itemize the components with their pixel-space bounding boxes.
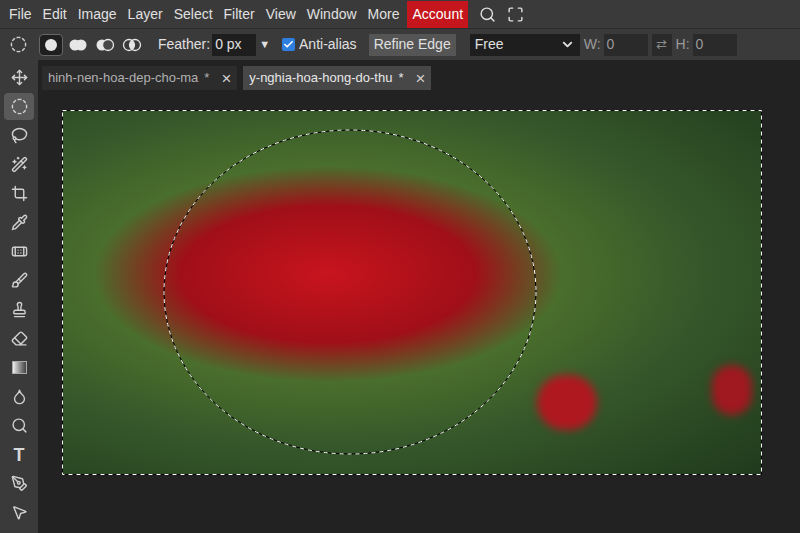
anti-alias-label: Anti-alias — [299, 34, 357, 55]
move-tool[interactable] — [4, 64, 34, 91]
healing-icon — [11, 243, 28, 260]
selection-modes — [39, 34, 144, 56]
tab-close-button[interactable]: × — [415, 70, 425, 87]
dodge-icon — [11, 417, 28, 434]
fullscreen-icon — [507, 6, 524, 23]
tab-modified-mark: * — [398, 68, 403, 88]
menu-item[interactable]: View — [261, 1, 301, 28]
crop-icon — [11, 185, 28, 202]
menu-item[interactable]: Layer — [123, 1, 168, 28]
style-select[interactable]: Free — [470, 34, 580, 56]
eyedropper-tool[interactable] — [4, 209, 34, 236]
tab-modified-mark: * — [204, 68, 209, 88]
selection-mode-button[interactable] — [93, 34, 117, 56]
move-icon — [11, 69, 28, 86]
add-selection-icon — [68, 37, 88, 53]
document-tab[interactable]: y-nghia-hoa-hong-do-thu * × — [243, 66, 431, 90]
menu-bar: FileEditImageLayerSelectFilterViewWindow… — [0, 0, 800, 28]
search-icon — [479, 6, 496, 23]
chevron-down-icon — [560, 37, 575, 52]
lasso-icon — [11, 127, 28, 144]
document-tab[interactable]: hinh-nen-hoa-dep-cho-ma * × — [42, 66, 237, 90]
main-area: Thinh-nen-hoa-dep-cho-ma*×y-nghia-hoa-ho… — [0, 60, 800, 533]
feather-label: Feather: — [158, 34, 210, 55]
document-tabs: hinh-nen-hoa-dep-cho-ma*×y-nghia-hoa-hon… — [38, 60, 800, 90]
width-label: W: — [584, 34, 601, 55]
subtract-selection-icon — [95, 37, 115, 53]
tab-close-button[interactable]: × — [221, 70, 231, 87]
options-bar: Feather:0 px▼ Anti-alias Refine Edge Free W:… — [0, 28, 800, 60]
text-tool[interactable]: T — [4, 441, 34, 468]
gradient-tool[interactable] — [4, 354, 34, 381]
selection-mode-button[interactable] — [39, 34, 63, 56]
pen-icon — [11, 475, 28, 492]
background-rose — [537, 375, 597, 430]
menu-item[interactable]: Select — [169, 1, 218, 28]
menu-item[interactable]: Image — [73, 1, 122, 28]
width-input[interactable]: 0 — [604, 34, 648, 56]
ellipse-select-icon — [10, 36, 27, 53]
eraser-icon — [11, 330, 28, 347]
healing-tool[interactable] — [4, 238, 34, 265]
text-tool-glyph: T — [14, 446, 25, 464]
blur-icon — [11, 388, 28, 405]
refine-edge-button[interactable]: Refine Edge — [369, 34, 456, 56]
swap-button[interactable]: ⇄ — [652, 34, 672, 56]
magic-wand-tool[interactable] — [4, 151, 34, 178]
gradient-icon — [12, 361, 27, 374]
ellipse-select-icon — [11, 98, 28, 115]
menu-item[interactable]: More — [363, 1, 405, 28]
path-select-icon — [11, 504, 28, 521]
tab-title: y-nghia-hoa-hong-do-thu — [249, 68, 392, 88]
workspace: hinh-nen-hoa-dep-cho-ma*×y-nghia-hoa-hon… — [38, 60, 800, 533]
menu-item[interactable]: Window — [302, 1, 362, 28]
tool-bar: T — [0, 60, 38, 533]
crop-tool[interactable] — [4, 180, 34, 207]
menu-item[interactable]: Edit — [38, 1, 72, 28]
selection-marquee — [62, 110, 762, 475]
canvas-image — [62, 110, 762, 475]
menu-item[interactable]: Filter — [219, 1, 260, 28]
menu-item[interactable]: File — [4, 1, 37, 28]
height-label: H: — [676, 34, 690, 55]
magic-wand-icon — [11, 156, 28, 173]
intersect-selection-icon — [122, 37, 142, 53]
account-button[interactable]: Account — [407, 1, 468, 28]
tab-title: hinh-nen-hoa-dep-cho-ma — [48, 68, 198, 88]
canvas-area — [38, 90, 800, 533]
photo-editor: FileEditImageLayerSelectFilterViewWindow… — [0, 0, 800, 533]
background-rose — [712, 365, 752, 415]
height-input[interactable]: 0 — [693, 34, 737, 56]
anti-alias-checkbox[interactable] — [282, 38, 295, 51]
path-select-tool[interactable] — [4, 499, 34, 526]
brush-tool[interactable] — [4, 267, 34, 294]
feather-dropdown-arrow[interactable]: ▼ — [259, 36, 270, 53]
new-selection-icon — [41, 37, 61, 53]
stamp-icon — [11, 301, 28, 318]
ellipse-select-tool[interactable] — [4, 93, 34, 120]
style-value: Free — [475, 34, 504, 55]
fullscreen-button[interactable] — [507, 6, 524, 23]
selection-mode-button[interactable] — [120, 34, 144, 56]
search-button[interactable] — [479, 6, 496, 23]
eyedropper-icon — [11, 214, 28, 231]
blur-tool[interactable] — [4, 383, 34, 410]
selection-mode-button[interactable] — [66, 34, 90, 56]
check-icon — [283, 39, 294, 50]
feather-input[interactable]: 0 px — [212, 34, 256, 56]
dodge-tool[interactable] — [4, 412, 34, 439]
pen-tool[interactable] — [4, 470, 34, 497]
brush-icon — [11, 272, 28, 289]
stamp-tool[interactable] — [4, 296, 34, 323]
eraser-tool[interactable] — [4, 325, 34, 352]
lasso-tool[interactable] — [4, 122, 34, 149]
